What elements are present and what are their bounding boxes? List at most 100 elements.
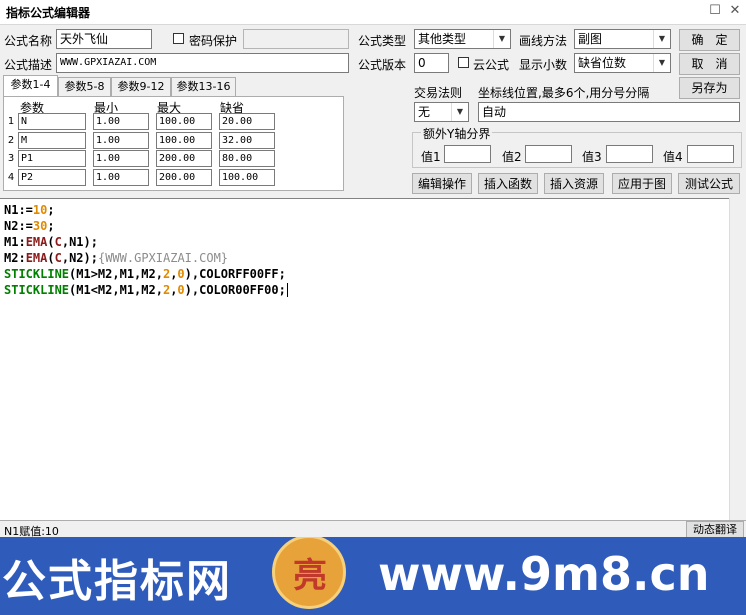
param-min-input[interactable]: 1.00 — [93, 113, 149, 130]
decimals-label: 显示小数 — [519, 58, 568, 72]
param-max-input[interactable]: 100.00 — [156, 113, 212, 130]
formula-desc-input[interactable]: WWW.GPXIAZAI.COM — [56, 53, 349, 73]
code-function: EMA — [25, 235, 48, 249]
banner-site-name: 公式指标网 — [2, 556, 232, 607]
param-default-input[interactable]: 20.00 — [219, 113, 275, 130]
decimals-select[interactable]: 缺省位数 ▼ — [574, 53, 671, 73]
formula-name-label: 公式名称 — [4, 34, 53, 48]
cancel-button[interactable]: 取 消 — [679, 53, 740, 75]
code-line: N2:=30; — [4, 218, 55, 234]
insert-resource-button[interactable]: 插入资源 — [544, 173, 604, 194]
param-row-number: 2 — [7, 135, 15, 146]
param-name-input[interactable]: N — [18, 113, 86, 130]
param-min-input[interactable]: 1.00 — [93, 132, 149, 149]
code-token: M2: — [4, 251, 26, 265]
y-value-1-label: 值1 — [421, 150, 441, 164]
formula-type-label: 公式类型 — [358, 34, 407, 48]
param-default-input[interactable]: 32.00 — [219, 132, 275, 149]
code-token: N2:= — [4, 219, 33, 233]
param-max-input[interactable]: 200.00 — [156, 169, 212, 186]
code-line: STICKLINE(M1<M2,M1,M2,2,0),COLOR00FF00; — [4, 282, 288, 298]
tab-params-9-12[interactable]: 参数9-12 — [111, 77, 171, 96]
chevron-down-icon: ▼ — [493, 30, 510, 48]
edit-operations-button[interactable]: 编辑操作 — [412, 173, 472, 194]
tab-params-13-16[interactable]: 参数13-16 — [171, 77, 236, 96]
param-max-input[interactable]: 200.00 — [156, 150, 212, 167]
y-value-3-input[interactable] — [606, 145, 653, 163]
title-bar: 指标公式编辑器 ☐ ✕ — [0, 0, 746, 25]
logo-glyph: 亮 — [293, 556, 327, 596]
param-min-input[interactable]: 1.00 — [93, 169, 149, 186]
trade-rule-select[interactable]: 无 ▼ — [414, 102, 469, 122]
code-token: M1: — [4, 235, 26, 249]
save-as-button[interactable]: 另存为 — [679, 77, 740, 99]
cloud-formula-checkbox[interactable] — [458, 57, 469, 68]
dynamic-translate-button[interactable]: 动态翻译 — [686, 521, 744, 538]
cloud-formula-label: 云公式 — [473, 58, 510, 72]
chevron-down-icon: ▼ — [653, 30, 670, 48]
y-value-1-input[interactable] — [444, 145, 491, 163]
code-number: 0 — [177, 267, 185, 281]
watermark-banner: 公式指标网 亮 www.9m8.cn — [0, 537, 746, 615]
code-line: N1:=10; — [4, 202, 55, 218]
formula-type-value: 其他类型 — [418, 32, 467, 46]
y-value-3-label: 值3 — [582, 150, 602, 164]
password-checkbox[interactable] — [173, 33, 184, 44]
formula-desc-label: 公式描述 — [4, 58, 53, 72]
draw-method-select[interactable]: 副图 ▼ — [574, 29, 671, 49]
password-input[interactable] — [243, 29, 349, 49]
code-token: (M1>M2,M1,M2, — [69, 267, 163, 281]
code-token: ,N2); — [61, 251, 98, 265]
status-bar: N1赋值:10 动态翻译 — [0, 520, 746, 538]
code-token: ; — [47, 203, 55, 217]
restore-icon[interactable]: ☐ — [708, 4, 722, 18]
code-line: STICKLINE(M1>M2,M1,M2,2,0),COLORFF00FF; — [4, 266, 286, 282]
code-function: EMA — [25, 251, 48, 265]
param-row-number: 4 — [7, 172, 15, 183]
draw-method-label: 画线方法 — [519, 34, 568, 48]
editor-scrollbar[interactable] — [729, 198, 746, 520]
code-token: ( — [47, 251, 55, 265]
code-token: N1:= — [4, 203, 33, 217]
code-function: C — [54, 235, 62, 249]
chevron-down-icon: ▼ — [451, 103, 468, 121]
code-number: 30 — [32, 219, 48, 233]
tab-params-5-8[interactable]: 参数5-8 — [58, 77, 111, 96]
param-default-input[interactable]: 80.00 — [219, 150, 275, 167]
code-comment: {WWW.GPXIAZAI.COM} — [97, 251, 229, 265]
formula-version-input[interactable]: 0 — [414, 53, 449, 73]
test-formula-button[interactable]: 测试公式 — [678, 173, 740, 194]
coord-lines-input[interactable]: 自动 — [478, 102, 740, 122]
close-icon[interactable]: ✕ — [728, 4, 742, 18]
param-name-input[interactable]: P1 — [18, 150, 86, 167]
code-token: (M1<M2,M1,M2, — [69, 283, 163, 297]
param-min-input[interactable]: 1.00 — [93, 150, 149, 167]
code-token: ),COLOR00FF00; — [184, 283, 286, 297]
code-line: M1:EMA(C,N1); — [4, 234, 98, 250]
tab-params-1-4[interactable]: 参数1-4 — [3, 75, 58, 97]
code-line: M2:EMA(C,N2);{WWW.GPXIAZAI.COM} — [4, 250, 228, 266]
param-row-number: 3 — [7, 153, 15, 164]
code-editor[interactable]: N1:=10; N2:=30; M1:EMA(C,N1); M2:EMA(C,N… — [0, 198, 746, 520]
draw-method-value: 副图 — [578, 32, 603, 46]
y-value-2-input[interactable] — [525, 145, 572, 163]
ok-button[interactable]: 确 定 — [679, 29, 740, 51]
banner-url: www.9m8.cn — [378, 547, 710, 601]
param-name-input[interactable]: P2 — [18, 169, 86, 186]
y-value-4-label: 值4 — [663, 150, 683, 164]
apply-to-chart-button[interactable]: 应用于图 — [612, 173, 672, 194]
code-function: STICKLINE — [4, 283, 70, 297]
extra-y-axis-title: 额外Y轴分界 — [421, 125, 493, 142]
formula-type-select[interactable]: 其他类型 ▼ — [414, 29, 511, 49]
code-function: STICKLINE — [4, 267, 70, 281]
code-token: ; — [47, 219, 55, 233]
param-default-input[interactable]: 100.00 — [219, 169, 275, 186]
insert-function-button[interactable]: 插入函数 — [478, 173, 538, 194]
y-value-4-input[interactable] — [687, 145, 734, 163]
param-name-input[interactable]: M — [18, 132, 86, 149]
code-token: ,N1); — [61, 235, 98, 249]
param-max-input[interactable]: 100.00 — [156, 132, 212, 149]
code-token: ( — [47, 235, 55, 249]
formula-name-input[interactable]: 天外飞仙 — [56, 29, 152, 49]
param-row-number: 1 — [7, 116, 15, 127]
